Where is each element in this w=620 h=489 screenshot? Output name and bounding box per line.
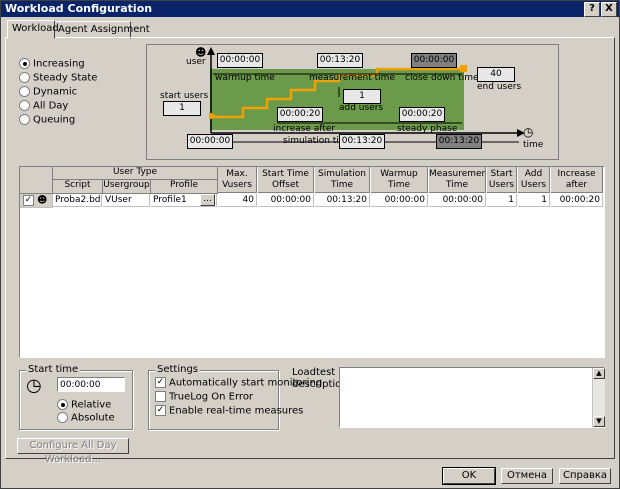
- cell-start-users[interactable]: 1: [487, 194, 517, 207]
- workload-configuration-window: Workload Configuration ? X Workload Agen…: [0, 0, 620, 489]
- mode-steady-state[interactable]: Steady State: [19, 72, 97, 84]
- cell-add-users[interactable]: 1: [518, 194, 550, 207]
- y-axis-arrow-icon: [207, 47, 215, 55]
- ok-button[interactable]: OK: [442, 467, 496, 485]
- cell-simulation-time[interactable]: 00:13:20: [315, 194, 370, 207]
- start-relative-radio[interactable]: Relative: [57, 399, 111, 411]
- radio-icon: [19, 100, 30, 111]
- tab-workload[interactable]: Workload: [7, 20, 59, 39]
- add-users-value-box[interactable]: 1: [343, 89, 381, 104]
- settings-group-title: Settings: [155, 364, 201, 375]
- start-users-label: start users: [160, 91, 209, 101]
- cell-max-vusers[interactable]: 40: [218, 194, 257, 207]
- mode-increasing[interactable]: Increasing: [19, 58, 85, 70]
- description-textarea[interactable]: [339, 367, 605, 428]
- checkbox-checked-icon: ✓: [155, 405, 166, 416]
- user-icon: ☻: [37, 195, 48, 206]
- col-header-max-vusers[interactable]: Max. Vusers: [218, 167, 257, 193]
- truelog-checkbox[interactable]: TrueLog On Error: [155, 391, 253, 403]
- col-header-simulation-time[interactable]: Simulation Time: [315, 167, 370, 193]
- cancel-button[interactable]: Отмена: [501, 468, 553, 484]
- configure-all-day-workload-button[interactable]: Configure All Day Workload...: [17, 438, 129, 465]
- start-users-value-box[interactable]: 1: [163, 101, 201, 116]
- cell-start-time-offset[interactable]: 00:00:00: [258, 194, 314, 207]
- cell-usergroup[interactable]: VUser: [103, 194, 150, 207]
- radio-icon: [19, 86, 30, 97]
- workload-diagram: ☻ user ◷ time 00:00:00 warmup time 00:13…: [146, 44, 559, 160]
- increase-after-label: increase after: [273, 124, 336, 134]
- window-title: Workload Configuration: [5, 2, 153, 15]
- warmup-value-box[interactable]: 00:00:00: [217, 53, 263, 68]
- start-time-input[interactable]: 00:00:00: [57, 377, 125, 392]
- mode-queuing[interactable]: Queuing: [19, 114, 75, 126]
- title-bar: Workload Configuration ? X: [1, 1, 619, 17]
- simulation-time-value-box[interactable]: 00:13:20: [339, 134, 385, 149]
- col-header-start-users[interactable]: Start Users: [487, 167, 517, 193]
- col-header-add-users[interactable]: Add Users: [518, 167, 550, 193]
- scroll-down-arrow-icon[interactable]: ▼: [593, 416, 605, 427]
- mode-dynamic[interactable]: Dynamic: [19, 86, 77, 98]
- row-selector[interactable]: ✓ ☻: [20, 194, 53, 208]
- increase-after-value-box[interactable]: 00:00:20: [277, 107, 323, 122]
- sim-start-value-box: 00:00:00: [187, 134, 233, 149]
- steady-phase-label: steady phase: [397, 124, 458, 134]
- row-enabled-checkbox[interactable]: ✓: [23, 195, 34, 206]
- start-time-group: Start time ◷ 00:00:00 Relative Absolute: [19, 364, 133, 430]
- help-button[interactable]: Справка: [559, 468, 611, 484]
- add-users-label: add users: [339, 103, 384, 113]
- scroll-up-arrow-icon[interactable]: ▲: [593, 368, 605, 379]
- realtime-measures-checkbox[interactable]: ✓ Enable real-time measures: [155, 405, 303, 417]
- description-scrollbar[interactable]: ▲ ▼: [592, 368, 605, 427]
- radio-selected-icon: [19, 58, 30, 69]
- closedown-value-box[interactable]: 00:00:00: [411, 53, 457, 68]
- checkbox-checked-icon: ✓: [155, 377, 166, 388]
- help-title-button[interactable]: ?: [584, 2, 600, 17]
- end-users-label: end users: [477, 82, 522, 92]
- mode-all-day[interactable]: All Day: [19, 100, 68, 112]
- start-absolute-radio[interactable]: Absolute: [57, 412, 115, 424]
- description-label-line1: Loadtest: [292, 367, 336, 378]
- cell-profile[interactable]: Profile1 ...: [151, 194, 217, 207]
- clock-icon: ◷: [523, 125, 534, 139]
- radio-icon: [19, 72, 30, 83]
- col-header-script[interactable]: Script: [53, 180, 103, 194]
- measurement-label: measurement time: [309, 73, 395, 83]
- cell-measurement-time[interactable]: 00:00:00: [429, 194, 486, 207]
- col-header-start-time-offset[interactable]: Start Time Offset: [258, 167, 314, 193]
- col-header-warmup-time[interactable]: Warmup Time: [371, 167, 428, 193]
- radio-icon: [57, 412, 68, 423]
- cell-script[interactable]: Proba2.bdf: [53, 194, 102, 207]
- end-users-value-box[interactable]: 40: [477, 67, 515, 82]
- user-axis-label: user: [186, 57, 206, 67]
- cell-increase-after[interactable]: 00:00:20: [551, 194, 603, 207]
- sim-end-value-box: 00:13:20: [436, 134, 482, 149]
- col-header-profile[interactable]: Profile: [151, 180, 218, 194]
- profile-browse-button[interactable]: ...: [200, 194, 215, 206]
- end-marker-icon: [460, 65, 467, 72]
- checkbox-icon: [155, 391, 166, 402]
- start-time-group-title: Start time: [26, 364, 81, 375]
- settings-group: Settings ✓ Automatically start monitoring…: [148, 364, 322, 430]
- user-type-group-header: User Type: [53, 167, 218, 180]
- warmup-label: warmup time: [215, 73, 275, 83]
- workload-grid: User Type Script Usergroup Profile Max. …: [19, 166, 605, 358]
- radio-icon: [19, 114, 30, 125]
- steady-phase-value-box[interactable]: 00:00:20: [399, 107, 445, 122]
- cell-warmup-time[interactable]: 00:00:00: [371, 194, 428, 207]
- close-title-button[interactable]: X: [601, 2, 617, 17]
- measurement-value-box[interactable]: 00:13:20: [317, 53, 363, 68]
- grid-corner-header: [20, 167, 53, 194]
- col-header-measurement-time[interactable]: Measurement Time: [429, 167, 486, 193]
- closedown-label: close down time: [405, 73, 479, 83]
- col-header-usergroup[interactable]: Usergroup: [103, 180, 151, 194]
- time-axis-label: time: [523, 140, 544, 150]
- clock-icon: ◷: [26, 375, 42, 396]
- radio-selected-icon: [57, 399, 68, 410]
- col-header-increase-after[interactable]: Increase after: [551, 167, 603, 193]
